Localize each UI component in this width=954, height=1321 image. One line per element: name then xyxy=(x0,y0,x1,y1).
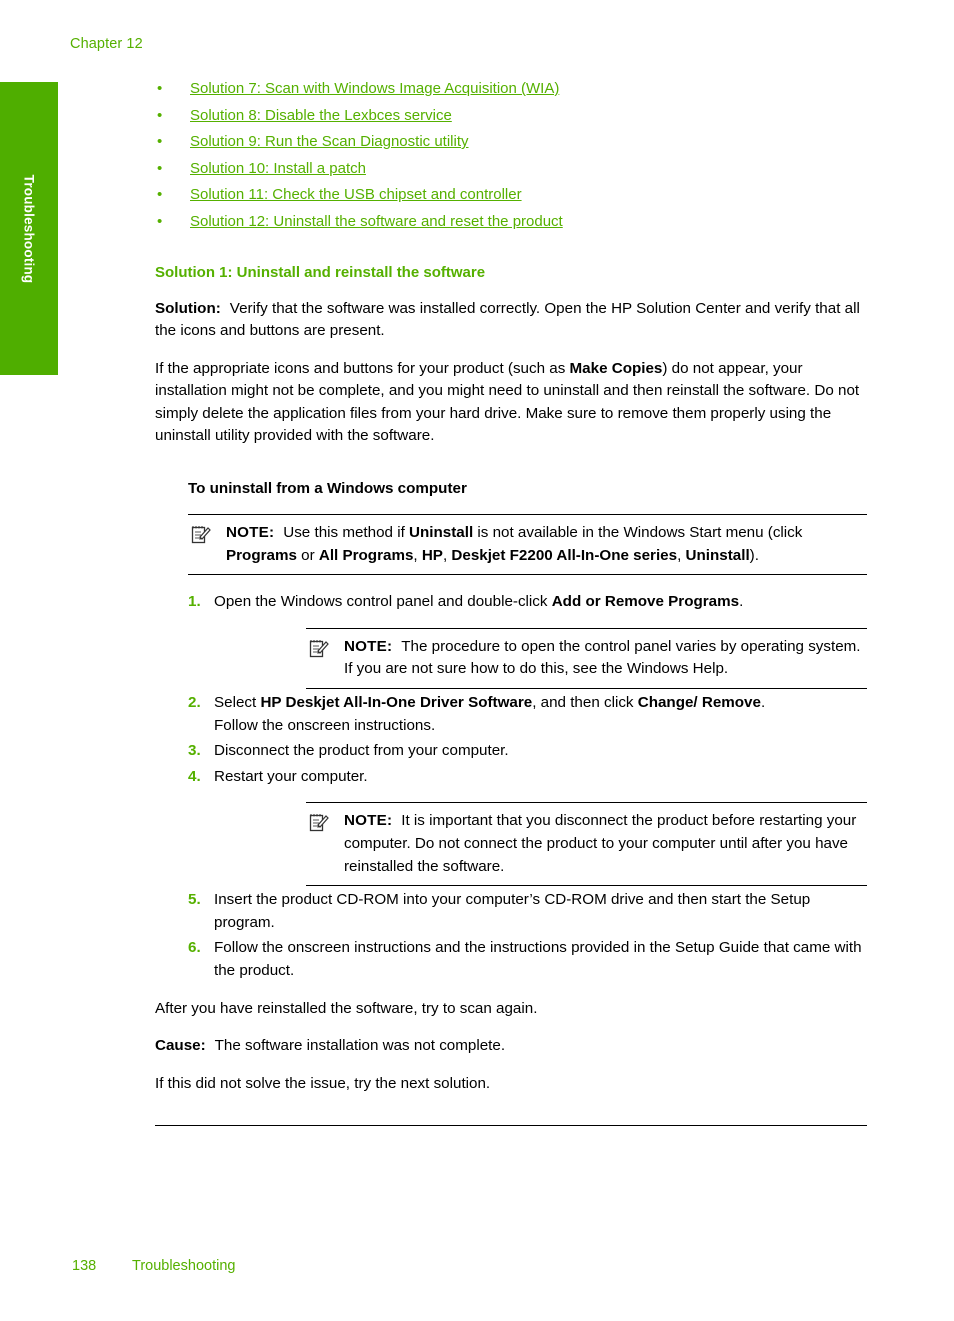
link-solution-10[interactable]: Solution 10: Install a patch xyxy=(190,160,366,177)
list-item: • Solution 8: Disable the Lexbces servic… xyxy=(155,105,867,127)
note1-hp-bold: HP xyxy=(421,546,443,564)
bullet-icon: • xyxy=(157,133,163,150)
step1-part-c: . xyxy=(739,593,744,611)
link-solution-11[interactable]: Solution 11: Check the USB chipset and c… xyxy=(190,186,522,203)
after-reinstall-paragraph: After you have reinstalled the software,… xyxy=(155,999,538,1017)
step2-part-c: , and then click xyxy=(532,694,638,712)
note-pencil-icon xyxy=(190,524,212,546)
link-solution-9[interactable]: Solution 9: Run the Scan Diagnostic util… xyxy=(190,133,469,150)
note-block-2: NOTE: The procedure to open the control p… xyxy=(306,627,867,690)
bullet-icon: • xyxy=(157,80,163,97)
bullet-icon: • xyxy=(157,159,163,177)
side-tab-troubleshooting: Troubleshooting xyxy=(0,82,58,375)
step-number: 6. xyxy=(188,939,201,957)
note1-part-g: , xyxy=(413,546,422,564)
procedure-subheading: To uninstall from a Windows computer xyxy=(188,480,467,498)
note1-part-c: is not available in the Windows Start me… xyxy=(473,524,803,542)
bullet-icon: • xyxy=(157,186,163,203)
step4-text: Restart your computer. xyxy=(214,767,368,785)
step-number: 2. xyxy=(188,694,201,712)
step2-subtext: Follow the onscreen instructions. xyxy=(214,716,436,734)
step-number: 1. xyxy=(188,593,201,611)
note-content: NOTE: It is important that you disconnect… xyxy=(306,810,867,878)
document-page: Chapter 12 Troubleshooting • Solution 7:… xyxy=(0,0,954,1321)
cause-paragraph: Cause: The software installation was not … xyxy=(155,1035,867,1058)
note1-part-e: or xyxy=(296,546,319,564)
step-number: 3. xyxy=(188,742,201,760)
step6-text: Follow the onscreen instructions and the… xyxy=(214,939,862,979)
make-copies-bold: Make Copies xyxy=(569,359,663,377)
section-divider xyxy=(155,1125,867,1127)
uninstall-explanation-paragraph: If the appropriate icons and buttons for… xyxy=(155,358,867,448)
note1-part-m: ). xyxy=(749,546,759,564)
step2-part-e: . xyxy=(760,694,766,712)
list-item: • Solution 9: Run the Scan Diagnostic ut… xyxy=(155,131,867,153)
note1-uninstall-bold: Uninstall xyxy=(409,524,474,542)
step5-text: Insert the product CD-ROM into your comp… xyxy=(214,891,811,931)
driver-software-bold: HP Deskjet All-In-One Driver Software xyxy=(260,694,533,712)
page-content: • Solution 7: Scan with Windows Image Ac… xyxy=(155,78,867,1127)
step-number: 5. xyxy=(188,891,201,909)
note-content: NOTE: The procedure to open the control p… xyxy=(306,636,867,681)
solution-text: Verify that the software was installed c… xyxy=(155,299,860,340)
list-item: • Solution 10: Install a patch xyxy=(155,158,867,180)
cause-text: The software installation was not comple… xyxy=(214,1037,506,1055)
note-label: NOTE: xyxy=(344,637,393,655)
footer-section-name: Troubleshooting xyxy=(132,1258,236,1274)
note3-text: It is important that you disconnect the … xyxy=(344,812,857,875)
cause-label: Cause: xyxy=(155,1037,206,1055)
chapter-header: Chapter 12 xyxy=(70,36,143,52)
step1-part-a: Open the Windows control panel and doubl… xyxy=(214,593,552,611)
note-pencil-icon xyxy=(308,638,330,660)
step-2: 2. Select HP Deskjet All-In-One Driver So… xyxy=(155,692,867,737)
bullet-icon: • xyxy=(157,212,163,230)
note-block-3: NOTE: It is important that you disconnect… xyxy=(306,802,867,887)
note-label: NOTE: xyxy=(226,524,275,542)
footer-page-number: 138 xyxy=(72,1258,97,1274)
side-tab-label: Troubleshooting xyxy=(21,174,37,283)
solution-link-list: • Solution 7: Scan with Windows Image Ac… xyxy=(155,78,867,233)
paragraph-part-a: If the appropriate icons and buttons for… xyxy=(155,359,570,377)
note1-deskjet-bold: Deskjet F2200 All-In-One series xyxy=(451,546,678,564)
note1-all-programs-bold: All Programs xyxy=(318,546,414,564)
solution-paragraph: Solution: Verify that the software was in… xyxy=(155,298,867,343)
step3-text: Disconnect the product from your compute… xyxy=(214,742,509,760)
link-solution-7[interactable]: Solution 7: Scan with Windows Image Acqu… xyxy=(190,80,559,97)
step-4: 4. Restart your computer. NOTE: It is im… xyxy=(155,766,867,887)
step2-part-a: Select xyxy=(214,694,261,712)
add-remove-programs-bold: Add or Remove Programs xyxy=(551,593,740,611)
note1-part-k: , xyxy=(677,546,686,564)
bullet-icon: • xyxy=(157,106,163,124)
note1-programs-bold: Programs xyxy=(226,546,297,564)
list-item: • Solution 11: Check the USB chipset and… xyxy=(155,184,867,206)
note1-uninstall2-bold: Uninstall xyxy=(685,546,750,564)
step-3: 3. Disconnect the product from your compu… xyxy=(155,740,867,763)
link-solution-8[interactable]: Solution 8: Disable the Lexbces service xyxy=(190,107,452,124)
step-number: 4. xyxy=(188,767,201,785)
note-label: NOTE: xyxy=(344,812,393,830)
note-block-1: NOTE: Use this method if Uninstall is not… xyxy=(188,514,867,576)
change-remove-bold: Change/ Remove xyxy=(637,694,761,712)
note2-text: The procedure to open the control panel … xyxy=(344,637,861,678)
list-item: • Solution 12: Uninstall the software an… xyxy=(155,211,867,233)
note-content: NOTE: Use this method if Uninstall is not… xyxy=(188,522,867,567)
page-footer: 138 Troubleshooting xyxy=(72,1258,235,1274)
next-solution-paragraph: If this did not solve the issue, try the… xyxy=(155,1074,491,1092)
list-item: • Solution 7: Scan with Windows Image Ac… xyxy=(155,78,867,100)
note-pencil-icon xyxy=(308,812,330,834)
solution-label: Solution: xyxy=(155,299,221,317)
uninstall-steps-list: 1. Open the Windows control panel and dou… xyxy=(155,591,867,982)
step-5: 5. Insert the product CD-ROM into your co… xyxy=(155,889,867,934)
step-1: 1. Open the Windows control panel and dou… xyxy=(155,591,867,690)
note1-part-a: Use this method if xyxy=(283,524,410,542)
link-solution-12[interactable]: Solution 12: Uninstall the software and … xyxy=(190,213,563,230)
step-6: 6. Follow the onscreen instructions and t… xyxy=(155,937,867,982)
section-heading: Solution 1: Uninstall and reinstall the … xyxy=(155,263,486,281)
